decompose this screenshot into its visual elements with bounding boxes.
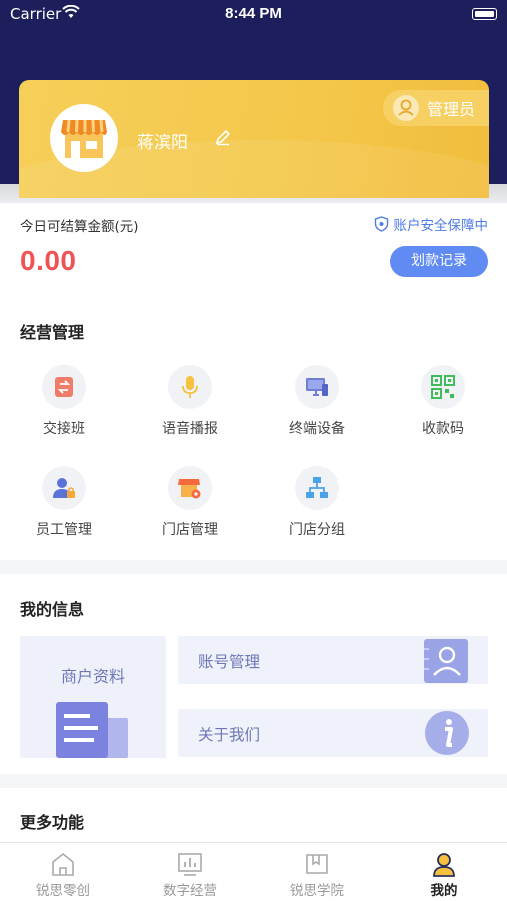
- shield-icon: [374, 216, 388, 232]
- home-icon: [52, 852, 74, 876]
- about-us-label: 关于我们: [198, 726, 261, 744]
- merchant-profile-tile[interactable]: 商户资料: [20, 636, 166, 758]
- more-features-section: 更多功能: [0, 788, 507, 844]
- profile-card[interactable]: 蒋滨阳 管理员: [19, 80, 489, 198]
- clock: 8:44 PM: [225, 5, 282, 22]
- tab-home[interactable]: 锐思零创: [0, 843, 126, 901]
- grid-item-shift-handover[interactable]: 交接班: [14, 365, 114, 438]
- user-icon: [433, 853, 455, 877]
- business-section-title: 经营管理: [20, 323, 85, 342]
- account-management-tile[interactable]: 账号管理: [178, 636, 488, 684]
- about-us-tile[interactable]: 关于我们: [178, 709, 488, 757]
- role-badge: 管理员: [382, 90, 489, 126]
- tab-mine[interactable]: 我的: [381, 843, 507, 901]
- avatar[interactable]: [50, 104, 118, 172]
- qr-code-icon: [431, 375, 455, 399]
- shift-handover-icon: [55, 377, 73, 397]
- grid-item-payment-code[interactable]: 收款码: [393, 365, 493, 438]
- grid-item-voice-broadcast[interactable]: 语音播报: [140, 365, 240, 438]
- user-name: 蒋滨阳: [137, 133, 188, 153]
- store-avatar-icon: [61, 119, 107, 158]
- security-status[interactable]: 账户安全保障中: [374, 214, 489, 234]
- microphone-icon: [182, 376, 198, 398]
- terminal-device-icon: [306, 378, 328, 396]
- tab-bar: 锐思零创 数字经营 锐思学院 我的: [0, 842, 507, 901]
- document-illustration-icon: [56, 702, 128, 758]
- role-label: 管理员: [426, 100, 475, 119]
- info-icon: [425, 711, 469, 755]
- id-card-icon: [424, 639, 468, 683]
- grid-item-terminal-device[interactable]: 终端设备: [267, 365, 367, 438]
- grid-item-store-group[interactable]: 门店分组: [267, 466, 367, 539]
- my-info-title: 我的信息: [20, 600, 85, 619]
- main-panel: 今日可结算金额(元) 账户安全保障中 0.00 划款记录 经营管理 交接班 语音…: [0, 203, 507, 560]
- employee-icon: [53, 478, 75, 498]
- tab-academy[interactable]: 锐思学院: [254, 843, 380, 901]
- merchant-profile-label: 商户资料: [60, 667, 125, 686]
- security-text: 账户安全保障中: [393, 218, 489, 234]
- store-group-icon: [306, 477, 328, 498]
- battery-icon: [472, 8, 497, 20]
- edit-icon[interactable]: [214, 128, 232, 146]
- account-management-label: 账号管理: [198, 653, 261, 671]
- admin-icon: [392, 95, 419, 121]
- chart-icon: [178, 853, 202, 876]
- book-icon: [306, 854, 328, 874]
- my-info-section: 我的信息 商户资料 账号管理 关于我们: [0, 574, 507, 774]
- status-bar: Carrier 8:44 PM: [0, 0, 507, 30]
- settlement-label: 今日可结算金额(元): [20, 219, 139, 235]
- more-features-title: 更多功能: [20, 813, 85, 832]
- tab-digital-business[interactable]: 数字经营: [127, 843, 253, 901]
- grid-item-store-management[interactable]: 门店管理: [140, 466, 240, 539]
- transfer-records-button[interactable]: 划款记录: [390, 246, 488, 277]
- grid-item-employee-management[interactable]: 员工管理: [14, 466, 114, 539]
- store-settings-icon: [178, 479, 201, 499]
- settlement-amount: 0.00: [20, 245, 77, 276]
